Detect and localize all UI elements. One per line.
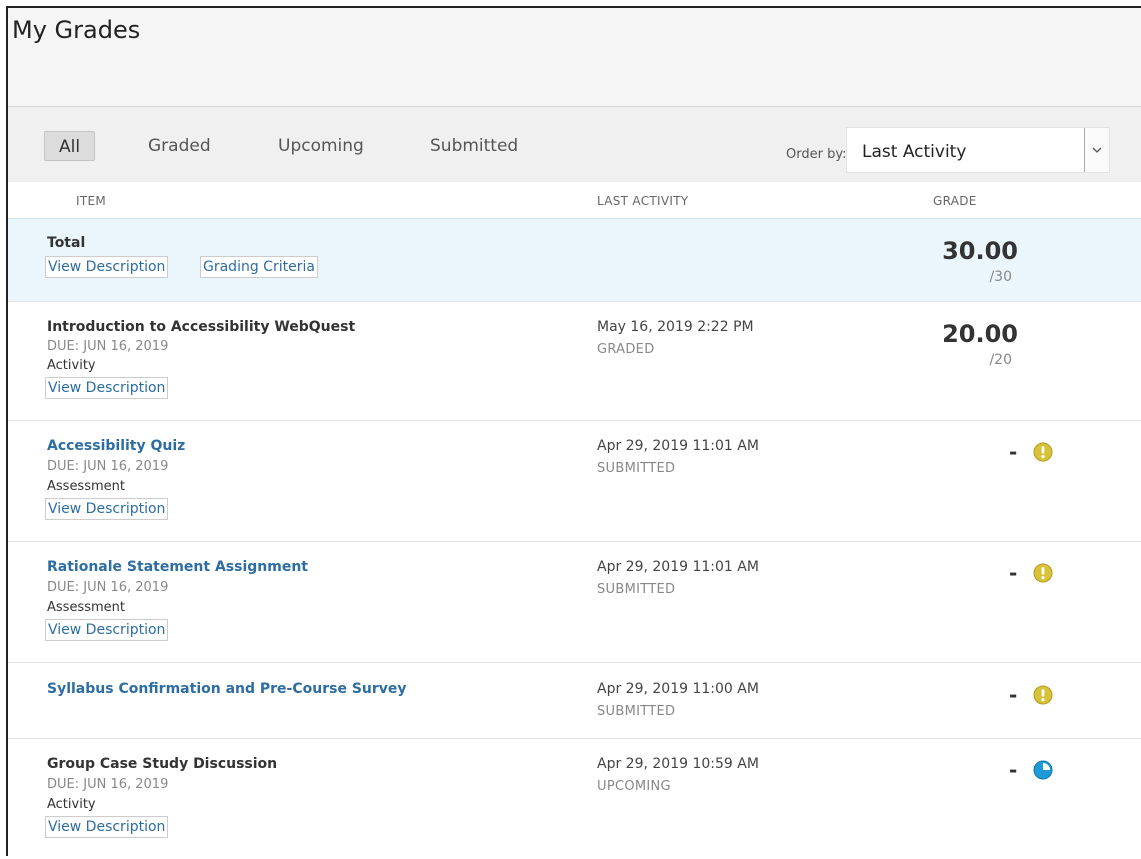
view-description-button[interactable]: View Description (45, 256, 169, 278)
total-grade-points: /30 (989, 269, 1012, 285)
item-title-link[interactable]: Syllabus Confirmation and Pre-Course Sur… (47, 681, 407, 697)
view-description-button[interactable]: View Description (45, 816, 169, 838)
grade-row: Accessibility Quiz DUE: JUN 16, 2019 Ass… (8, 421, 1141, 542)
page-frame: My Grades All Graded Upcoming Submitted … (6, 6, 1141, 859)
item-due-date: DUE: JUN 16, 2019 (47, 339, 169, 354)
filter-tab-submitted[interactable]: Submitted (416, 131, 532, 161)
item-title: Group Case Study Discussion (47, 756, 278, 772)
total-grade-value: 30.00 (942, 237, 1018, 265)
activity-status: GRADED (597, 342, 655, 357)
total-row: Total View Description Grading Criteria … (8, 218, 1141, 302)
order-by-label: Order by: (786, 147, 847, 162)
column-header-grade: GRADE (933, 194, 977, 208)
order-by-select[interactable]: Last Activity (846, 127, 1110, 173)
needs-grading-icon[interactable] (1033, 442, 1053, 462)
grade-row: Rationale Statement Assignment DUE: JUN … (8, 542, 1141, 663)
item-due-date: DUE: JUN 16, 2019 (47, 777, 169, 792)
column-header-last-activity: LAST ACTIVITY (597, 194, 689, 208)
needs-grading-icon[interactable] (1033, 563, 1053, 583)
filter-tab-upcoming[interactable]: Upcoming (264, 131, 378, 161)
activity-date: May 16, 2019 2:22 PM (597, 319, 754, 335)
view-description-button[interactable]: View Description (45, 377, 169, 399)
page-title: My Grades (12, 16, 141, 44)
activity-date: Apr 29, 2019 11:01 AM (597, 559, 759, 575)
total-title: Total (47, 235, 86, 251)
item-due-date: DUE: JUN 16, 2019 (47, 459, 169, 474)
activity-status: UPCOMING (597, 779, 671, 794)
order-by-value: Last Activity (862, 142, 967, 162)
item-type: Activity (47, 358, 96, 373)
grade-value: - (1009, 758, 1018, 782)
filter-tab-graded[interactable]: Graded (134, 131, 225, 161)
grade-value: - (1009, 561, 1018, 585)
column-headers: ITEM LAST ACTIVITY GRADE (8, 182, 1108, 219)
activity-status: SUBMITTED (597, 582, 676, 597)
activity-date: Apr 29, 2019 11:01 AM (597, 438, 759, 454)
in-progress-icon[interactable] (1033, 760, 1053, 780)
grade-value: - (1009, 440, 1018, 464)
grade-value: 20.00 (942, 320, 1018, 348)
activity-status: SUBMITTED (597, 461, 676, 476)
view-description-button[interactable]: View Description (45, 619, 169, 641)
grade-points: /20 (989, 352, 1012, 368)
grade-row: Introduction to Accessibility WebQuest D… (8, 302, 1141, 421)
needs-grading-icon[interactable] (1033, 685, 1053, 705)
grade-row: Syllabus Confirmation and Pre-Course Sur… (8, 663, 1141, 739)
view-description-button[interactable]: View Description (45, 498, 169, 520)
item-title-link[interactable]: Accessibility Quiz (47, 438, 185, 454)
grade-value: - (1009, 683, 1018, 707)
grading-criteria-button[interactable]: Grading Criteria (200, 256, 318, 278)
activity-date: Apr 29, 2019 10:59 AM (597, 756, 759, 772)
activity-status: SUBMITTED (597, 704, 676, 719)
column-header-item: ITEM (76, 194, 107, 208)
activity-date: Apr 29, 2019 11:00 AM (597, 681, 759, 697)
page-header: My Grades (8, 8, 1141, 107)
grades-list: Total View Description Grading Criteria … (8, 218, 1141, 859)
item-due-date: DUE: JUN 16, 2019 (47, 580, 169, 595)
filter-toolbar: All Graded Upcoming Submitted Order by: … (8, 107, 1141, 182)
item-type: Activity (47, 797, 96, 812)
item-title: Introduction to Accessibility WebQuest (47, 319, 356, 335)
item-type: Assessment (47, 600, 125, 615)
filter-tab-all[interactable]: All (44, 131, 96, 161)
item-title-link[interactable]: Rationale Statement Assignment (47, 559, 308, 575)
grade-row: Group Case Study Discussion DUE: JUN 16,… (8, 739, 1141, 859)
chevron-down-icon[interactable] (1084, 128, 1109, 172)
item-type: Assessment (47, 479, 125, 494)
